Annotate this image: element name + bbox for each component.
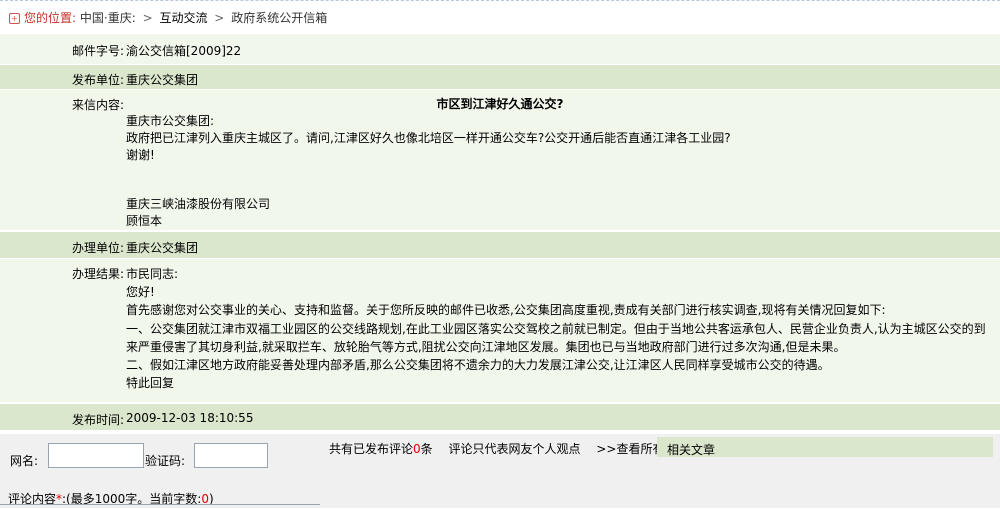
breadcrumb-bar: + 您的位置: 中国·重庆: > 互动交流 > 政府系统公开信箱 [0,0,1000,30]
result-label: 办理结果: [71,267,124,281]
captcha-label: 验证码: [145,454,186,468]
letter-title: 市区到江津好久通公交? [436,97,564,111]
breadcrumb-home-link[interactable]: 中国·重庆: [80,11,136,25]
result-line: 您好! [126,285,155,300]
comment-count-suffix: 条 [420,442,433,456]
letter-body: 市区到江津好久通公交? 重庆市公交集团: 政府把已江津列入重庆主城区了。请问,江… [126,96,1000,230]
publish-time-label: 发布时间: [71,413,124,427]
breadcrumb-separator: > [142,11,153,25]
result-line: 首先感谢您对公交事业的关心、支持和监督。关于您所反映的邮件已收悉,公交集团高度重… [126,303,886,318]
related-articles-label: 相关文章 [667,443,716,457]
nickname-input[interactable] [48,443,144,468]
handler-value: 重庆公交集团 [126,241,199,255]
nickname-label: 网名: [10,454,39,468]
result-line: 市民同志: [126,267,179,281]
related-articles-header: 相关文章 [657,437,993,457]
mail-number-label: 邮件字号: [71,44,124,58]
result-line: 二、假如江津区地方政府能妥善处理内部矛盾,那么公交集团将不遗余力的大力发展江津公… [126,357,830,372]
letter-content-row: 来信内容: 市区到江津好久通公交? 重庆市公交集团: 政府把已江津列入重庆主城区… [0,90,1000,230]
result-line: 特此回复 [126,376,175,391]
view-all-comments-link[interactable]: >>查看所有 [596,442,664,456]
location-icon: + [9,13,20,24]
breadcrumb: + 您的位置: 中国·重庆: > 互动交流 > 政府系统公开信箱 [9,9,327,26]
letter-line: 政府把已江津列入重庆主城区了。请问,江津区好久也像北培区一样开通公交车?公交开通… [126,131,731,145]
handler-label: 办理单位: [71,241,124,255]
handler-row: 办理单位: 重庆公交集团 [0,232,1000,258]
result-body: 市民同志: 您好! 首先感谢您对公交事业的关心、支持和监督。关于您所反映的邮件已… [126,265,1000,392]
comment-disclaimer: 评论只代表网友个人观点 [448,442,581,456]
letter-line: 谢谢! [126,148,155,162]
letter-line: 重庆市公交集团: [126,114,215,128]
comment-textarea-edge[interactable] [0,504,320,509]
mail-number-row: 邮件字号: 渝公交信箱[2009]22 [0,34,1000,64]
letter-line: 重庆三峡油漆股份有限公司 [126,197,271,211]
result-line: 一、公交集团就江津市双福工业园区的公交线路规划,在此工业园区落实公交驾校之前就已… [126,321,986,336]
publish-time-value: 2009-12-03 18:10:55 [126,411,254,425]
result-row: 办理结果: 市民同志: 您好! 首先感谢您对公交事业的关心、支持和监督。关于您所… [0,259,1000,402]
comment-count: 0 [413,442,421,456]
comment-count-prefix: 共有已发布评论 [329,442,414,456]
mail-number-value: 渝公交信箱[2009]22 [126,44,242,58]
comment-stats: 共有已发布评论0条 评论只代表网友个人观点 >>查看所有 [329,440,664,457]
publish-time-row: 发布时间: 2009-12-03 18:10:55 [0,404,1000,430]
breadcrumb-current-page[interactable]: 政府系统公开信箱 [231,11,327,25]
letter-line [126,164,1000,196]
publisher-value: 重庆公交集团 [126,73,199,87]
captcha-input[interactable] [194,443,268,468]
breadcrumb-you-are-here: 您的位置: [24,11,77,25]
publisher-row: 发布单位: 重庆公交集团 [0,65,1000,89]
letter-line: 顾恒本 [126,214,163,228]
breadcrumb-separator: > [214,11,225,25]
result-line: 来严重侵害了其切身利益,就采取拦车、放轮胎气等方式,阻扰公交向江津地区发展。集团… [126,339,846,354]
publisher-label: 发布单位: [71,73,124,87]
comment-section: 网名: 验证码: 共有已发布评论0条 评论只代表网友个人观点 >>查看所有 相关… [0,434,1000,508]
breadcrumb-section-link[interactable]: 互动交流 [159,11,207,25]
